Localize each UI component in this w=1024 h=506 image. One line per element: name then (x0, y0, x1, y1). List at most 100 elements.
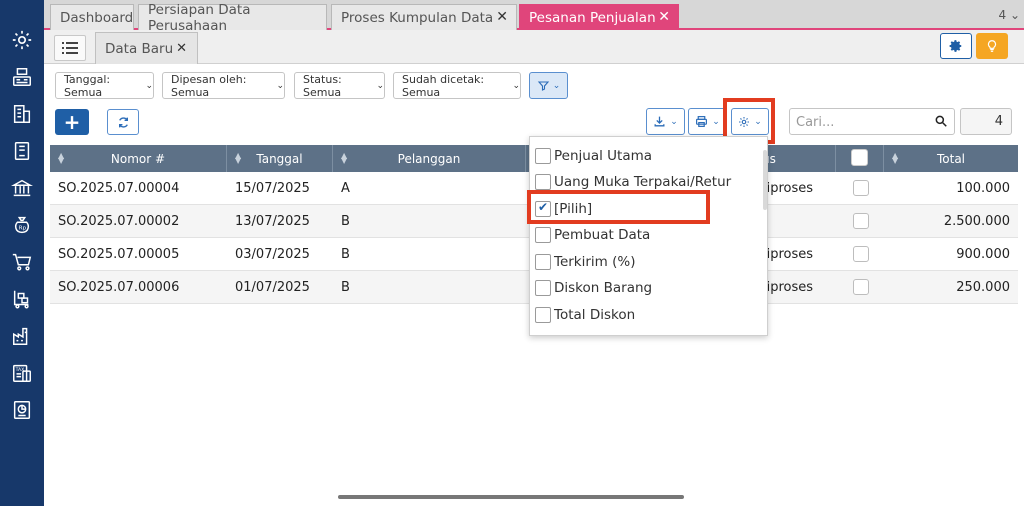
tab-persiapan-data-perusahaan[interactable]: Persiapan Data Perusahaan (138, 2, 327, 34)
tab-dashboard[interactable]: Dashboard (50, 4, 134, 30)
cell-pelanggan: B (341, 213, 350, 229)
tab-count-dropdown[interactable]: 4 ⌄ (998, 8, 1020, 22)
menu-item-total-diskon[interactable]: Total Diskon (530, 302, 767, 328)
menu-item-diskon-barang[interactable]: Diskon Barang (530, 275, 767, 301)
column-header-nomor[interactable]: ▲ ▼ Nomor # (50, 145, 227, 172)
column-header-tanggal[interactable]: ▲ ▼ Tanggal (227, 145, 333, 172)
factory-icon[interactable] (10, 324, 34, 348)
cell-status: liproses (763, 180, 814, 196)
svg-text:TAX: TAX (15, 367, 25, 373)
menu-scrollbar[interactable] (763, 150, 767, 210)
plus-icon: + (63, 110, 81, 134)
subtab-label: Data Baru (105, 40, 174, 57)
cell-tanggal: 01/07/2025 (235, 279, 310, 295)
sub-tab-bar: Data Baru ✕ (44, 30, 1024, 64)
download-button[interactable]: ⌄ (646, 108, 685, 135)
column-label: Pelanggan (397, 151, 461, 166)
search-icon[interactable] (934, 114, 948, 128)
menu-item-label: Penjual Utama (554, 148, 653, 164)
menu-checkbox[interactable] (535, 148, 551, 164)
sidebar: Rp TAX (0, 0, 44, 506)
filter-label: Status: Semua (303, 72, 342, 99)
column-header-select (836, 145, 884, 172)
app-screen: Rp TAX Dashboard Persiapan Data Perusaha… (0, 0, 1024, 506)
menu-checkbox[interactable] (535, 174, 551, 190)
row-checkbox[interactable] (853, 246, 869, 262)
cell-pelanggan: A (341, 180, 350, 196)
bank-icon[interactable] (10, 176, 34, 200)
cell-nomor: SO.2025.07.00006 (58, 279, 180, 295)
sort-icon: ▲ ▼ (58, 151, 65, 165)
cell-tanggal: 15/07/2025 (235, 180, 310, 196)
cell-nomor: SO.2025.07.00005 (58, 246, 180, 262)
menu-item-label: Uang Muka Terpakai/Retur (554, 174, 732, 190)
cashier-icon[interactable] (10, 65, 34, 89)
svg-text:Rp: Rp (19, 226, 27, 232)
row-checkbox[interactable] (853, 180, 869, 196)
menu-checkbox[interactable] (535, 227, 551, 243)
sort-icon: ▲ ▼ (235, 151, 242, 165)
search-box[interactable] (789, 108, 955, 135)
refresh-button[interactable] (107, 109, 139, 135)
cell-tanggal: 03/07/2025 (235, 246, 310, 262)
record-count: 4 (960, 108, 1012, 135)
tax-icon[interactable]: TAX (10, 361, 34, 385)
money-bag-icon[interactable]: Rp (10, 213, 34, 237)
cell-status: liproses (763, 279, 814, 295)
tab-pesanan-penjualan[interactable]: Pesanan Penjualan ✕ (519, 4, 679, 30)
menu-checkbox[interactable] (535, 280, 551, 296)
chevron-down-icon: ⌄ (552, 80, 561, 91)
column-header-total[interactable]: ▲ ▼ Total (884, 145, 1018, 172)
select-all-checkbox[interactable] (851, 149, 868, 166)
chevron-down-icon: ⌄ (712, 116, 720, 127)
tips-button[interactable] (976, 33, 1008, 59)
chevron-down-icon: ⌄ (670, 116, 678, 127)
cell-pelanggan: B (341, 246, 350, 262)
cell-nomor: SO.2025.07.00002 (58, 213, 180, 229)
row-checkbox[interactable] (853, 213, 869, 229)
cell-pelanggan: B (341, 279, 350, 295)
gear-icon[interactable] (10, 28, 34, 52)
main-content: Data Baru ✕ Tanggal: Semua ⌄ Dipesan oleh… (44, 30, 1024, 494)
menu-item-terkirim[interactable]: Terkirim (%) (530, 249, 767, 275)
filter-tanggal[interactable]: Tanggal: Semua ⌄ (55, 72, 154, 99)
tab-proses-kumpulan-data[interactable]: Proses Kumpulan Data ✕ (331, 4, 517, 30)
menu-item-pembuat-data[interactable]: Pembuat Data (530, 222, 767, 248)
cart-icon[interactable] (10, 250, 34, 274)
filter-status[interactable]: Status: Semua ⌄ (294, 72, 385, 99)
funnel-icon (537, 80, 549, 91)
filter-dipesan-oleh[interactable]: Dipesan oleh: Semua ⌄ (162, 72, 285, 99)
cell-nomor: SO.2025.07.00004 (58, 180, 180, 196)
menu-checkbox[interactable] (535, 254, 551, 270)
tab-count: 4 (998, 8, 1007, 22)
column-chooser-menu: Penjual Utama Uang Muka Terpakai/Retur [… (529, 136, 768, 336)
tab-label: Proses Kumpulan Data (341, 9, 494, 26)
building-icon[interactable] (10, 102, 34, 126)
filter-button[interactable]: ⌄ (529, 72, 568, 99)
column-header-pelanggan[interactable]: ▲ ▼ Pelanggan (333, 145, 526, 172)
tab-label: Dashboard (60, 9, 134, 26)
filter-label: Tanggal: Semua (64, 72, 111, 99)
close-icon[interactable]: ✕ (176, 41, 187, 56)
filter-sudah-dicetak[interactable]: Sudah dicetak: Semua ⌄ (393, 72, 521, 99)
subtab-data-baru[interactable]: Data Baru ✕ (95, 32, 198, 64)
cell-total: 100.000 (956, 180, 1010, 196)
trolley-icon[interactable] (10, 287, 34, 311)
tab-bar: Dashboard Persiapan Data Perusahaan Pros… (44, 0, 1024, 34)
search-input[interactable] (796, 112, 926, 132)
row-checkbox[interactable] (853, 279, 869, 295)
close-icon[interactable]: ✕ (658, 9, 670, 25)
notebook-icon[interactable] (10, 139, 34, 163)
settings-button[interactable] (940, 33, 972, 59)
menu-checkbox[interactable] (535, 307, 551, 323)
print-button[interactable]: ⌄ (688, 108, 727, 135)
close-icon[interactable]: ✕ (496, 9, 508, 25)
tab-label: Pesanan Penjualan (529, 9, 656, 26)
add-button[interactable]: + (55, 109, 89, 135)
column-label: Total (936, 151, 966, 166)
report-icon[interactable] (10, 398, 34, 422)
menu-item-penjual-utama[interactable]: Penjual Utama (530, 143, 767, 169)
home-indicator[interactable] (338, 495, 684, 499)
sort-icon: ▲ ▼ (892, 151, 899, 165)
list-view-button[interactable] (54, 35, 86, 61)
